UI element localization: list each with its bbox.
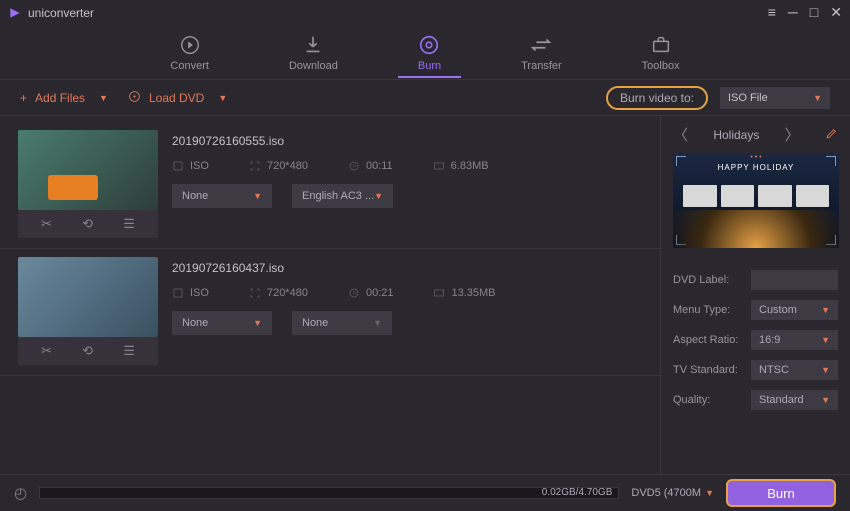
template-preview[interactable]: HAPPY HOLIDAY • • • bbox=[673, 153, 839, 248]
download-icon bbox=[302, 34, 324, 56]
nav-toolbox[interactable]: Toolbox bbox=[632, 29, 690, 77]
cut-icon[interactable]: ✂ bbox=[41, 216, 52, 232]
subtitle-select[interactable]: None▼ bbox=[172, 311, 272, 335]
nav-burn[interactable]: Burn bbox=[408, 29, 451, 77]
capacity-text: 0.02GB/4.70GB bbox=[542, 487, 613, 498]
thumbnail-tools: ✂ ⟲ ☰ bbox=[18, 210, 158, 238]
video-thumbnail[interactable] bbox=[18, 257, 158, 337]
next-template-button[interactable]: 〉 bbox=[785, 124, 800, 145]
app-logo-icon bbox=[8, 6, 22, 20]
app-title: uniconverter bbox=[28, 6, 94, 20]
close-icon[interactable]: ✕ bbox=[830, 4, 842, 21]
prev-template-button[interactable]: 〈 bbox=[673, 124, 688, 145]
transfer-icon bbox=[530, 34, 552, 56]
file-name: 20190726160555.iso bbox=[172, 134, 642, 148]
quality-label: Quality: bbox=[673, 394, 743, 406]
disc-icon bbox=[128, 90, 141, 106]
thumbnail-tools: ✂ ⟲ ☰ bbox=[18, 337, 158, 365]
footer: ◴ 0.02GB/4.70GB DVD5 (4700M▼ Burn bbox=[0, 474, 850, 511]
nav-download[interactable]: Download bbox=[279, 29, 348, 77]
audio-select[interactable]: None▼ bbox=[292, 311, 392, 335]
tv-standard-select[interactable]: NTSC▼ bbox=[751, 360, 838, 380]
chevron-down-icon: ▼ bbox=[813, 93, 822, 103]
maximize-icon[interactable]: □ bbox=[810, 4, 818, 21]
top-nav: Convert Download Burn Transfer Toolbox bbox=[0, 25, 850, 80]
settings-icon[interactable]: ☰ bbox=[123, 343, 135, 359]
convert-icon bbox=[179, 34, 201, 56]
subtitle-select[interactable]: None▼ bbox=[172, 184, 272, 208]
template-name: Holidays bbox=[713, 128, 759, 142]
size-label: 13.35MB bbox=[433, 287, 495, 299]
menu-type-select[interactable]: Custom▼ bbox=[751, 300, 838, 320]
settings-icon[interactable]: ☰ bbox=[123, 216, 135, 232]
titlebar: uniconverter ≡ ─ □ ✕ bbox=[0, 0, 850, 25]
menu-type-label: Menu Type: bbox=[673, 304, 743, 316]
dvd-label-label: DVD Label: bbox=[673, 274, 743, 286]
quality-select[interactable]: Standard▼ bbox=[751, 390, 838, 410]
file-row: ✂ ⟲ ☰ 20190726160555.iso ISO 720*480 00:… bbox=[0, 122, 660, 249]
cut-icon[interactable]: ✂ bbox=[41, 343, 52, 359]
size-label: 6.83MB bbox=[433, 160, 489, 172]
capacity-bar: 0.02GB/4.70GB bbox=[39, 487, 619, 499]
window-controls: ≡ ─ □ ✕ bbox=[768, 4, 842, 21]
add-files-button[interactable]: + Add Files ▼ bbox=[20, 91, 108, 105]
burn-destination-select[interactable]: ISO File ▼ bbox=[720, 87, 830, 109]
aspect-ratio-label: Aspect Ratio: bbox=[673, 334, 743, 346]
toolbox-icon bbox=[650, 34, 672, 56]
template-panel: 〈 Holidays 〉 HAPPY HOLIDAY • • • DVD Lab… bbox=[660, 116, 850, 474]
content-area: ✂ ⟲ ☰ 20190726160555.iso ISO 720*480 00:… bbox=[0, 116, 850, 474]
menu-icon[interactable]: ≡ bbox=[768, 4, 776, 21]
aspect-ratio-select[interactable]: 16:9▼ bbox=[751, 330, 838, 350]
file-row: ✂ ⟲ ☰ 20190726160437.iso ISO 720*480 00:… bbox=[0, 249, 660, 376]
duration-label: 00:11 bbox=[348, 160, 393, 172]
chevron-down-icon: ▼ bbox=[218, 93, 227, 103]
burn-to-label: Burn video to: bbox=[606, 86, 708, 110]
chevron-down-icon: ▼ bbox=[99, 93, 108, 103]
tv-standard-label: TV Standard: bbox=[673, 364, 743, 376]
video-thumbnail[interactable] bbox=[18, 130, 158, 210]
resolution-label: 720*480 bbox=[249, 160, 308, 172]
duration-label: 00:21 bbox=[348, 287, 394, 299]
disc-type-select[interactable]: DVD5 (4700M▼ bbox=[631, 487, 714, 499]
audio-select[interactable]: English AC3 ...▼ bbox=[292, 184, 393, 208]
burn-icon bbox=[418, 34, 440, 56]
clock-icon[interactable]: ◴ bbox=[14, 484, 27, 502]
minimize-icon[interactable]: ─ bbox=[788, 4, 798, 21]
plus-icon: + bbox=[20, 91, 27, 105]
file-list: ✂ ⟲ ☰ 20190726160555.iso ISO 720*480 00:… bbox=[0, 116, 660, 474]
toolbar: + Add Files ▼ Load DVD ▼ Burn video to: … bbox=[0, 80, 850, 116]
format-label: ISO bbox=[172, 160, 209, 172]
file-name: 20190726160437.iso bbox=[172, 261, 642, 275]
resolution-label: 720*480 bbox=[249, 287, 308, 299]
nav-convert[interactable]: Convert bbox=[160, 29, 219, 77]
format-label: ISO bbox=[172, 287, 209, 299]
edit-template-icon[interactable] bbox=[825, 127, 838, 143]
dvd-label-input[interactable] bbox=[751, 270, 838, 290]
load-dvd-button[interactable]: Load DVD ▼ bbox=[128, 90, 227, 106]
burn-button[interactable]: Burn bbox=[726, 479, 836, 507]
crop-icon[interactable]: ⟲ bbox=[82, 343, 93, 359]
crop-icon[interactable]: ⟲ bbox=[82, 216, 93, 232]
nav-transfer[interactable]: Transfer bbox=[511, 29, 572, 77]
